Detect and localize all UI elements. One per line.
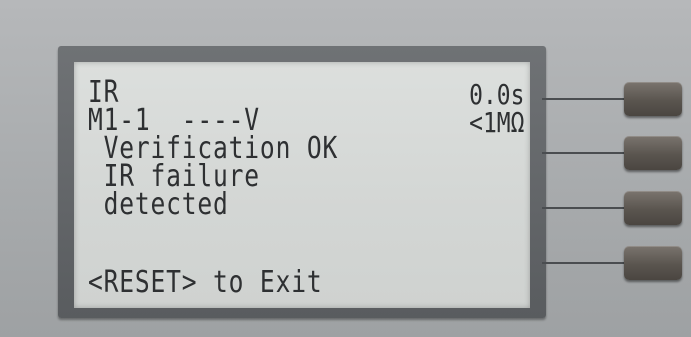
softkey-2-indicator-line xyxy=(542,152,626,154)
softkey-2-button[interactable] xyxy=(624,136,682,170)
message-line-3: detected xyxy=(88,187,229,222)
softkey-4-button[interactable] xyxy=(624,246,682,280)
resistance-readout: <1MΩ xyxy=(468,106,524,139)
softkey-1-indicator-line xyxy=(542,98,626,100)
softkey-3-button[interactable] xyxy=(624,191,682,225)
softkey-4-indicator-line xyxy=(542,262,626,264)
exit-instruction: <RESET> to Exit xyxy=(88,265,323,300)
softkey-3-indicator-line xyxy=(542,207,626,209)
softkey-1-button[interactable] xyxy=(624,82,682,116)
